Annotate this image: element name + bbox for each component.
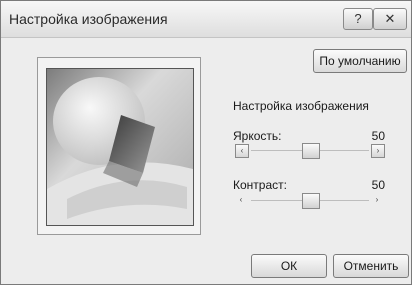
- brightness-slider[interactable]: ‹ ›: [235, 143, 385, 159]
- brightness-thumb[interactable]: [302, 143, 320, 159]
- settings-group-label: Настройка изображения: [233, 99, 369, 113]
- brightness-right-arrow-icon[interactable]: ›: [371, 144, 385, 158]
- close-button[interactable]: ✕: [373, 8, 407, 30]
- contrast-thumb[interactable]: [302, 193, 320, 209]
- image-preview-frame: [37, 57, 201, 235]
- image-settings-dialog: Настройка изображения ? ✕ По умолчанию Н…: [0, 0, 412, 285]
- contrast-label: Контраст:: [233, 178, 287, 192]
- contrast-slider[interactable]: ‹ ›: [235, 193, 385, 209]
- ok-button[interactable]: ОК: [251, 254, 327, 278]
- help-button[interactable]: ?: [343, 8, 373, 30]
- default-button[interactable]: По умолчанию: [313, 49, 407, 73]
- contrast-left-arrow-icon[interactable]: ‹: [235, 194, 247, 206]
- title-bar[interactable]: Настройка изображения ? ✕: [1, 1, 411, 38]
- preview-picture: [47, 69, 193, 225]
- brightness-left-arrow-icon[interactable]: ‹: [235, 144, 249, 158]
- brightness-label: Яркость:: [233, 129, 282, 143]
- window-title: Настройка изображения: [9, 11, 168, 27]
- image-preview: [46, 68, 194, 226]
- cancel-button[interactable]: Отменить: [333, 254, 409, 278]
- brightness-value: 50: [371, 129, 385, 143]
- contrast-right-arrow-icon[interactable]: ›: [371, 194, 383, 206]
- contrast-value: 50: [371, 178, 385, 192]
